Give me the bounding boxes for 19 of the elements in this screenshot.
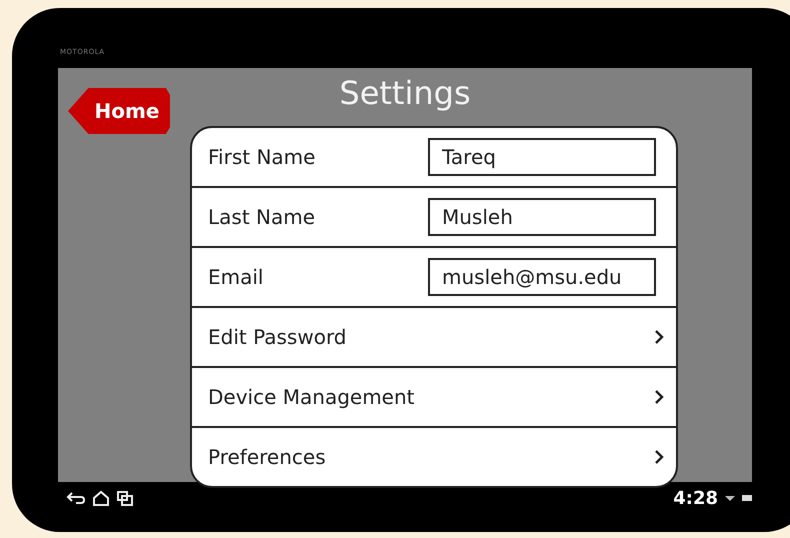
- input-field[interactable]: Tareq: [428, 138, 656, 176]
- row-label: Email: [208, 265, 264, 289]
- chevron-icon[interactable]: [654, 449, 664, 465]
- screen-title: Settings: [339, 74, 471, 114]
- home-button[interactable]: Home: [68, 88, 170, 134]
- back-icon[interactable]: [66, 490, 86, 506]
- battery-icon: [742, 495, 752, 501]
- row-label: Last Name: [208, 205, 316, 229]
- recent-apps-icon[interactable]: [116, 490, 134, 506]
- chevron-icon[interactable]: [654, 329, 664, 345]
- input-field[interactable]: Musleh: [428, 198, 656, 236]
- row-label: Device Management: [208, 385, 415, 409]
- input-field[interactable]: musleh@msu.edu: [428, 258, 656, 296]
- row-label: Preferences: [208, 445, 326, 469]
- chevron-icon[interactable]: [654, 389, 664, 405]
- clock-time: 4:28: [673, 488, 718, 508]
- home-icon[interactable]: [92, 490, 110, 506]
- row-label: First Name: [208, 145, 316, 169]
- row-label: Edit Password: [208, 325, 347, 349]
